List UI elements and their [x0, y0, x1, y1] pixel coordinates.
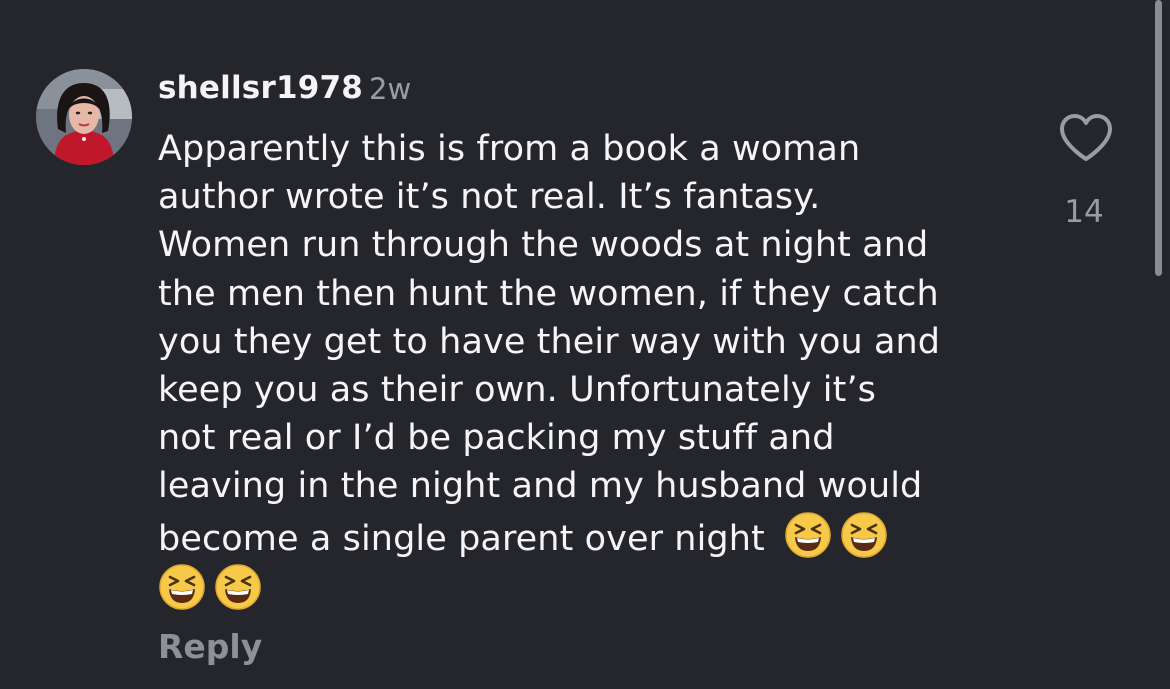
- like-count: 14: [1064, 194, 1104, 230]
- comment-text-line: author wrote it’s not real. It’s fantasy…: [158, 177, 821, 218]
- reply-button[interactable]: Reply: [158, 627, 262, 666]
- grinning-squinting-face-icon: [215, 564, 261, 610]
- grinning-squinting-face-icon: [785, 511, 831, 558]
- comment-text-line: Apparently this is from a book a woman: [158, 129, 861, 169]
- heart-icon: [1060, 114, 1112, 161]
- comment-text-line: Women run through the woods at night and: [158, 225, 929, 266]
- comment-emoji-line: [158, 563, 1018, 615]
- comment-text-line: leaving in the night and my husband woul…: [158, 466, 923, 507]
- profile-photo: [36, 69, 132, 165]
- avatar[interactable]: [36, 69, 132, 165]
- comment-text-line: not real or I’d be packing my stuff and: [158, 418, 835, 459]
- comment-text-line: keep you as their own. Unfortunately it’…: [158, 370, 877, 411]
- comment-text-line: the men then hunt the women, if they cat…: [158, 273, 939, 314]
- comment-text-line: become a single parent over night: [158, 518, 765, 559]
- like-button[interactable]: [1058, 112, 1114, 164]
- grinning-squinting-face-icon: [159, 564, 205, 610]
- comment-username[interactable]: shellsr1978: [158, 70, 363, 106]
- comment-text-line: you they get to have their way with you …: [158, 321, 941, 362]
- comment-text: Apparently this is from a book a woman a…: [158, 125, 1018, 615]
- grinning-squinting-face-icon: [841, 511, 887, 558]
- scrollbar[interactable]: [1155, 0, 1162, 276]
- comment-text-last-line: become a single parent over night: [158, 511, 1018, 563]
- comment-timestamp: 2w: [369, 72, 412, 106]
